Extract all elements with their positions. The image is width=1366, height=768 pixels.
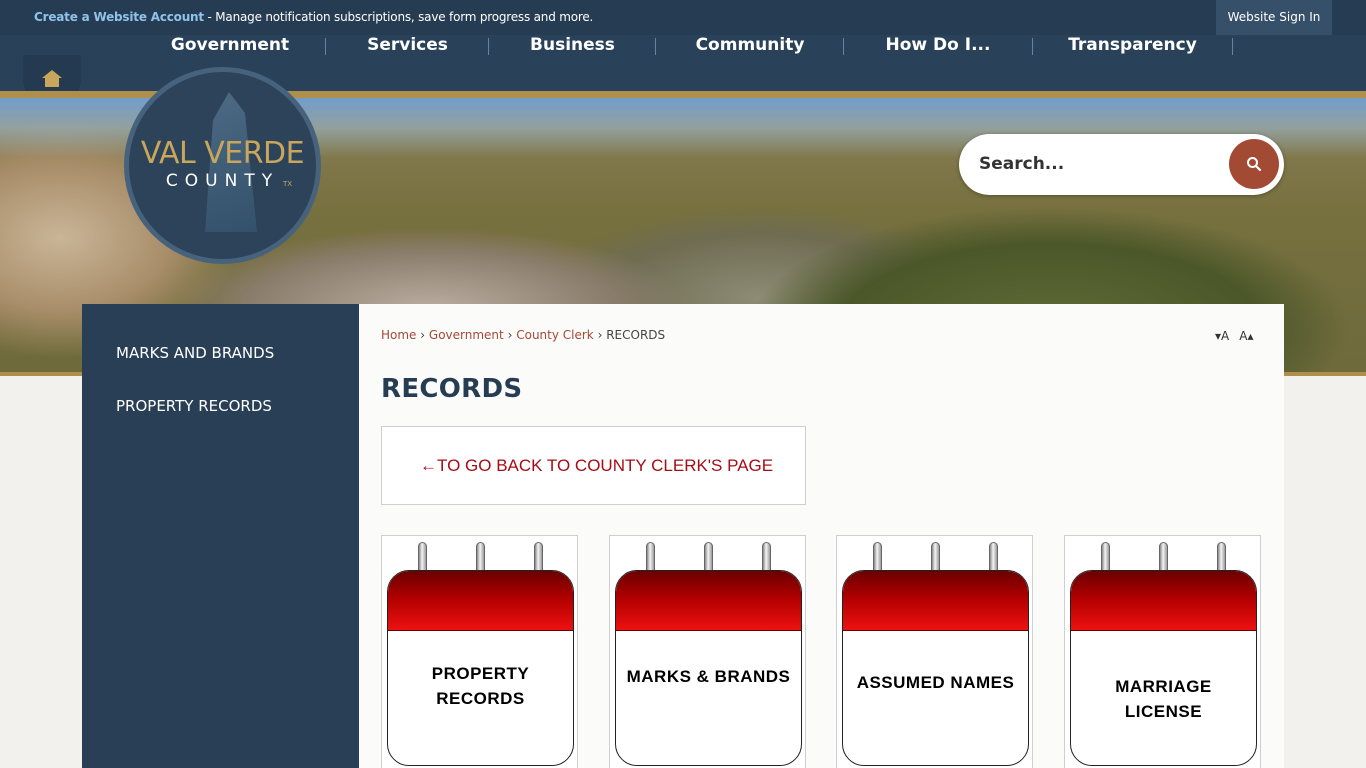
- logo-line1: VAL VERDE: [140, 136, 305, 171]
- property-records-card[interactable]: PROPERTY RECORDS: [381, 535, 578, 768]
- card-label-line1: MARRIAGE: [1115, 677, 1212, 696]
- card-label-line2: RECORDS: [436, 689, 525, 708]
- back-link-box: ←TO GO BACK TO COUNTY CLERK'S PAGE: [381, 426, 806, 505]
- main-content: Home › Government › County Clerk › RECOR…: [359, 304, 1284, 768]
- sidebar-item-marks-and-brands[interactable]: MARKS AND BRANDS: [116, 344, 274, 362]
- logo-state: TX: [283, 180, 293, 188]
- assumed-names-card[interactable]: ASSUMED NAMES: [836, 535, 1033, 768]
- card-label-line2: LICENSE: [1124, 702, 1203, 721]
- calendar-header: [388, 571, 573, 631]
- nav-services[interactable]: Services: [350, 35, 465, 57]
- nav-divider: [325, 38, 326, 55]
- nav-divider: [1032, 38, 1033, 55]
- card-label-line1: ASSUMED NAMES: [856, 673, 1015, 692]
- breadcrumb-separator: ›: [507, 328, 513, 342]
- create-account-link[interactable]: Create a Website Account: [34, 10, 204, 24]
- nav-how-do-i[interactable]: How Do I...: [868, 35, 1008, 57]
- breadcrumb-county-clerk[interactable]: County Clerk: [516, 328, 594, 342]
- back-to-county-clerk-link[interactable]: ←TO GO BACK TO COUNTY CLERK'S PAGE: [420, 456, 773, 476]
- nav-divider: [843, 38, 844, 55]
- breadcrumb-current: RECORDS: [606, 328, 666, 342]
- notification-bar: Create a Website Account - Manage notifi…: [0, 0, 1366, 35]
- card-label-line1: MARKS & BRANDS: [626, 667, 791, 686]
- nav-divider: [488, 38, 489, 55]
- decrease-text-button[interactable]: ▾A: [1215, 329, 1229, 343]
- card-label-line1: PROPERTY: [431, 664, 530, 683]
- calendar-icon: ASSUMED NAMES: [842, 570, 1029, 766]
- marks-and-brands-card[interactable]: MARKS & BRANDS: [609, 535, 806, 768]
- nav-business[interactable]: Business: [515, 35, 630, 57]
- nav-divider: [655, 38, 656, 55]
- county-logo[interactable]: VAL VERDE COUNTY TX: [124, 67, 321, 264]
- calendar-icon: PROPERTY RECORDS: [387, 570, 574, 766]
- calendar-header: [843, 571, 1028, 631]
- search-icon: [1247, 157, 1262, 172]
- calendar-header: [616, 571, 801, 631]
- search-input[interactable]: [979, 151, 1219, 177]
- breadcrumb-separator: ›: [420, 328, 426, 342]
- calendar-header: [1071, 571, 1256, 631]
- search-box: [959, 134, 1284, 195]
- breadcrumb: Home › Government › County Clerk › RECOR…: [381, 328, 665, 342]
- calendar-icon: MARRIAGE LICENSE: [1070, 570, 1257, 766]
- home-icon: [42, 70, 62, 87]
- increase-text-button[interactable]: A▴: [1239, 329, 1253, 343]
- breadcrumb-separator: ›: [597, 328, 603, 342]
- text-resize-controls: ▾A A▴: [1215, 329, 1263, 343]
- main-nav: Government Services Business Community H…: [0, 35, 1366, 57]
- sidebar: MARKS AND BRANDS PROPERTY RECORDS: [82, 304, 359, 768]
- notification-message: Create a Website Account - Manage notifi…: [34, 10, 593, 24]
- nav-community[interactable]: Community: [680, 35, 820, 57]
- marriage-license-card[interactable]: MARRIAGE LICENSE: [1064, 535, 1261, 768]
- search-button[interactable]: [1229, 139, 1279, 189]
- notification-text: - Manage notification subscriptions, sav…: [203, 10, 594, 24]
- nav-transparency[interactable]: Transparency: [1055, 35, 1210, 57]
- page-title: RECORDS: [381, 374, 523, 404]
- nav-government[interactable]: Government: [160, 35, 300, 57]
- breadcrumb-home[interactable]: Home: [381, 328, 416, 342]
- calendar-icon: MARKS & BRANDS: [615, 570, 802, 766]
- sidebar-item-property-records[interactable]: PROPERTY RECORDS: [116, 397, 272, 415]
- nav-divider: [1232, 38, 1233, 55]
- website-sign-in-button[interactable]: Website Sign In: [1216, 0, 1332, 35]
- breadcrumb-government[interactable]: Government: [429, 328, 504, 342]
